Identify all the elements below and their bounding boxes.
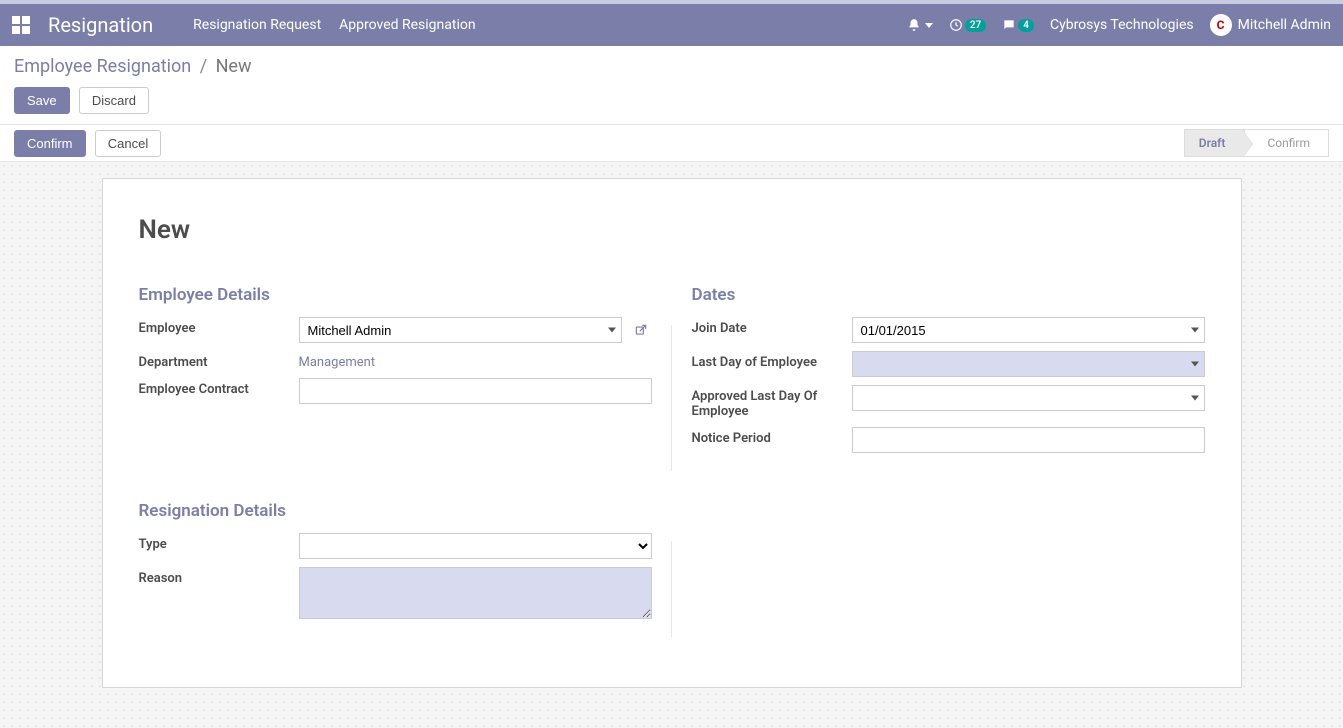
section-resignation-details: Resignation Details (139, 501, 652, 521)
sheet-background: New Employee Details Employee (0, 162, 1343, 728)
employee-input[interactable] (299, 317, 622, 343)
last-day-input[interactable] (852, 351, 1205, 377)
label-type: Type (139, 533, 299, 552)
user-name: Mitchell Admin (1238, 17, 1331, 33)
sheet-title: New (139, 215, 1205, 245)
action-bar: Confirm Cancel Draft Confirm (0, 124, 1343, 162)
navbar: Resignation Resignation Request Approved… (0, 4, 1343, 46)
label-notice-period: Notice Period (692, 427, 852, 446)
cancel-button[interactable]: Cancel (95, 130, 161, 157)
status-bar: Draft Confirm (1184, 129, 1329, 157)
breadcrumb-current: New (216, 56, 252, 77)
nav-menu: Resignation Request Approved Resignation (193, 17, 907, 33)
external-link-icon[interactable] (630, 319, 652, 341)
status-confirm[interactable]: Confirm (1244, 129, 1329, 157)
apps-icon[interactable] (12, 16, 30, 34)
breadcrumb: Employee Resignation / New (14, 56, 1329, 77)
section-employee-details: Employee Details (139, 285, 652, 305)
label-employee: Employee (139, 317, 299, 336)
join-date-input[interactable] (852, 317, 1205, 343)
discard-button[interactable]: Discard (79, 87, 149, 114)
control-panel: Employee Resignation / New Save Discard (0, 46, 1343, 124)
form-sheet: New Employee Details Employee (102, 178, 1242, 688)
approved-last-day-input[interactable] (852, 385, 1205, 411)
label-approved-last-day: Approved Last Day Of Employee (692, 385, 852, 419)
company-name[interactable]: Cybrosys Technologies (1050, 17, 1194, 33)
avatar: C (1210, 14, 1232, 36)
type-select[interactable] (299, 533, 652, 559)
label-reason: Reason (139, 567, 299, 586)
approved-last-day-field[interactable] (852, 385, 1205, 411)
status-draft[interactable]: Draft (1184, 129, 1245, 157)
contract-input[interactable] (299, 378, 652, 404)
department-value[interactable]: Management (299, 351, 376, 370)
join-date-field[interactable] (852, 317, 1205, 343)
messages-badge: 4 (1018, 19, 1034, 32)
label-join-date: Join Date (692, 317, 852, 336)
nav-menu-approved-resignation[interactable]: Approved Resignation (339, 17, 475, 33)
activity-icon[interactable]: 27 (949, 18, 986, 32)
reason-textarea[interactable] (299, 567, 652, 619)
section-dates: Dates (692, 285, 1205, 305)
breadcrumb-root[interactable]: Employee Resignation (14, 56, 191, 77)
notice-period-input[interactable] (852, 427, 1205, 453)
nav-menu-resignation-request[interactable]: Resignation Request (193, 17, 321, 33)
bell-icon[interactable] (907, 18, 933, 32)
label-last-day: Last Day of Employee (692, 351, 852, 370)
last-day-field[interactable] (852, 351, 1205, 377)
activity-badge: 27 (965, 19, 986, 32)
employee-field[interactable] (299, 317, 622, 343)
user-menu[interactable]: C Mitchell Admin (1210, 14, 1331, 36)
save-button[interactable]: Save (14, 87, 70, 114)
confirm-button[interactable]: Confirm (14, 130, 86, 157)
messages-icon[interactable]: 4 (1002, 18, 1034, 32)
app-brand[interactable]: Resignation (48, 13, 153, 37)
label-department: Department (139, 351, 299, 370)
label-contract: Employee Contract (139, 378, 299, 397)
